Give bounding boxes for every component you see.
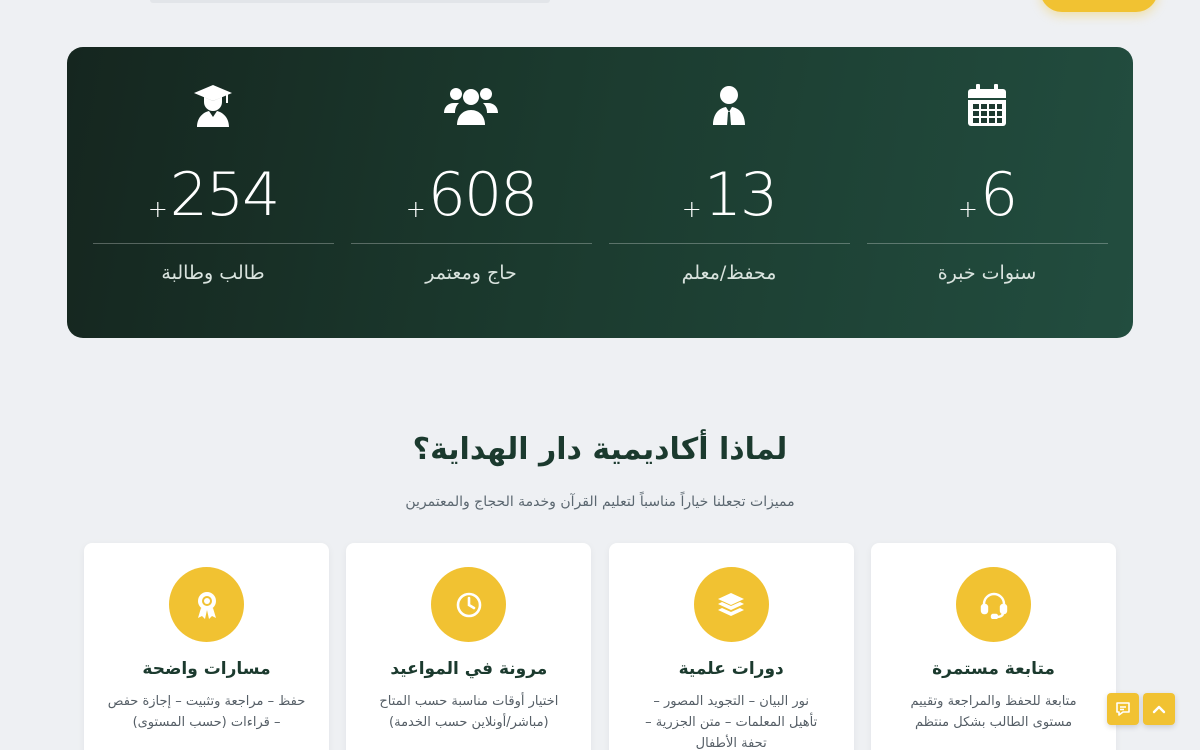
stat-number: 608 xyxy=(427,160,539,230)
top-bar-edge xyxy=(150,0,550,3)
layers-icon xyxy=(693,567,769,642)
feature-card-followup: متابعة مستمرة متابعة للحفظ والمراجعة وتق… xyxy=(871,543,1116,750)
stat-divider xyxy=(608,243,850,244)
chat-icon xyxy=(1116,702,1130,716)
chevron-up-icon xyxy=(1152,705,1166,714)
section-subtitle: مميزات تجعلنا خياراً مناسباً لتعليم القر… xyxy=(405,494,795,510)
stat-plus: + xyxy=(681,195,702,223)
stat-pilgrims: + 608 حاج ومعتمر xyxy=(350,47,592,338)
calendar-icon xyxy=(968,83,1006,127)
stat-number: 6 xyxy=(979,160,1018,230)
feature-description: حفظ – مراجعة وتثبيت – إجازة حفص – قراءات… xyxy=(108,691,305,733)
feature-card-flexibility: مرونة في المواعيد اختيار أوقات مناسبة حس… xyxy=(346,543,592,750)
stat-plus: + xyxy=(147,195,168,223)
feature-desc-line: متابعة للحفظ والمراجعة وتقييم xyxy=(910,694,1077,709)
section-title: لماذا أكاديمية دار الهداية؟ xyxy=(412,432,788,467)
feature-desc-line: اختيار أوقات مناسبة حسب المتاح xyxy=(379,694,559,709)
feature-card-tracks: مسارات واضحة حفظ – مراجعة وتثبيت – إجازة… xyxy=(84,543,330,750)
user-tie-icon xyxy=(713,83,745,127)
feature-desc-line: تأهيل المعلمات – متن الجزرية – xyxy=(645,715,818,730)
feature-description: متابعة للحفظ والمراجعة وتقييم مستوى الطا… xyxy=(910,691,1076,733)
award-icon xyxy=(169,567,245,642)
stat-students: + 254 طالب وطالبة xyxy=(92,47,334,338)
stat-number: 13 xyxy=(703,160,778,230)
feature-desc-line: مستوى الطالب بشكل منتظم xyxy=(914,715,1073,730)
feature-description: اختيار أوقات مناسبة حسب المتاح (مباشر/أو… xyxy=(379,691,558,733)
stats-band: + 254 طالب وطالبة + 608 حاج ومعتمر + 13 … xyxy=(67,47,1133,338)
feature-desc-line: حفظ – مراجعة وتثبيت – إجازة حفص xyxy=(107,694,306,709)
stat-teachers: + 13 محفظ/معلم xyxy=(608,47,850,338)
feature-card-courses: دورات علمية نور البيان – التجويد المصور … xyxy=(608,543,854,750)
graduate-icon xyxy=(193,83,233,127)
headset-icon xyxy=(956,567,1031,642)
feature-title: مرونة في المواعيد xyxy=(390,659,548,679)
feature-desc-line: – قراءات (حسب المستوى) xyxy=(132,715,281,730)
stat-divider xyxy=(350,243,592,244)
stat-plus: + xyxy=(957,195,978,223)
stat-label: طالب وطالبة xyxy=(161,262,265,284)
stat-experience: + 6 سنوات خبرة xyxy=(866,47,1108,338)
stat-label: حاج ومعتمر xyxy=(425,262,517,284)
features-grid: مسارات واضحة حفظ – مراجعة وتثبيت – إجازة… xyxy=(84,543,1116,750)
feature-desc-line: تحفة الأطفال xyxy=(695,736,767,750)
feature-description: نور البيان – التجويد المصور – تأهيل المع… xyxy=(645,691,817,750)
feature-title: مسارات واضحة xyxy=(142,659,271,679)
stat-divider xyxy=(92,243,334,244)
stat-divider xyxy=(866,243,1108,244)
clock-icon xyxy=(431,567,507,642)
feature-desc-line: (مباشر/أونلاين حسب الخدمة) xyxy=(389,715,549,730)
group-icon xyxy=(444,83,498,127)
feature-desc-line: نور البيان – التجويد المصور – xyxy=(653,694,809,709)
feature-title: متابعة مستمرة xyxy=(932,659,1055,679)
header-cta-button[interactable] xyxy=(1040,0,1158,12)
feature-title: دورات علمية xyxy=(678,659,784,679)
stat-label: محفظ/معلم xyxy=(681,262,777,284)
scroll-top-button[interactable] xyxy=(1143,693,1175,725)
stat-plus: + xyxy=(405,195,426,223)
stat-number: 254 xyxy=(169,160,281,230)
chat-button[interactable] xyxy=(1107,693,1139,725)
stat-label: سنوات خبرة xyxy=(937,262,1037,284)
